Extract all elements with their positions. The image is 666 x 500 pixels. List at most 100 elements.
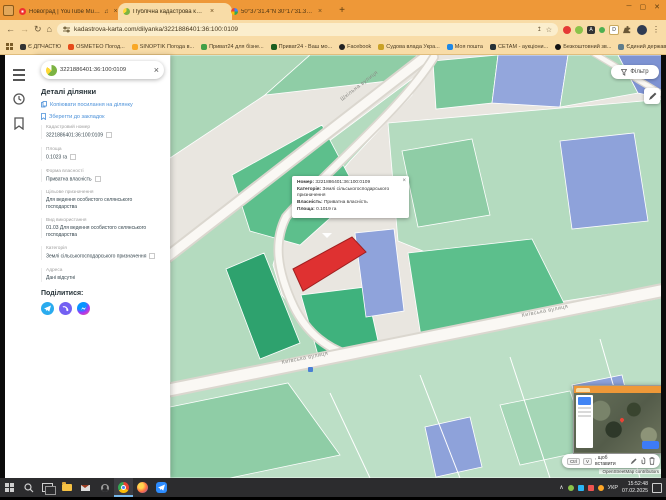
bookmark-item[interactable]: Єдиний державн... xyxy=(618,44,666,50)
tab-cadastral-map[interactable]: Публічна кадастрова карта У... × xyxy=(118,3,232,20)
window-restore-icon[interactable] xyxy=(3,5,14,16)
youtube-music-favicon xyxy=(19,8,26,15)
map-attribution[interactable]: OpenStreetMap contributors xyxy=(599,469,662,474)
profile-avatar[interactable] xyxy=(637,25,647,35)
bookmark-item[interactable]: Моя пошта xyxy=(447,44,483,50)
messenger-share-icon[interactable] xyxy=(77,302,90,315)
reload-button[interactable]: ↻ xyxy=(34,25,42,34)
maximize-button[interactable]: ▢ xyxy=(640,3,647,11)
save-bookmark-button[interactable]: Зберегти до закладок xyxy=(41,113,164,120)
chrome-taskbar-icon[interactable] xyxy=(114,478,133,497)
measure-draw-button[interactable] xyxy=(644,88,660,104)
url-text[interactable]: kadastrova-karta.com/dilyanka/3221886401… xyxy=(74,26,533,33)
filter-button[interactable]: Фільтр xyxy=(611,65,659,79)
copy-value-icon[interactable] xyxy=(106,132,112,138)
action-center-icon[interactable] xyxy=(652,483,662,493)
screen: Новоград | YouTube Musi... ♫ × Публічна … xyxy=(0,0,666,500)
bookmark-item[interactable]: Facebook xyxy=(339,44,371,50)
address-bar[interactable]: kadastrova-karta.com/dilyanka/3221886401… xyxy=(57,23,558,36)
parcel-info-popup: × Номер: 3221886401:36:100:0109 Категорі… xyxy=(292,176,409,218)
d-extension-icon[interactable]: D xyxy=(609,25,619,35)
new-tab-button[interactable]: + xyxy=(336,5,348,17)
clear-search-icon[interactable]: × xyxy=(154,65,159,75)
viber-share-icon[interactable] xyxy=(59,302,72,315)
field-purpose: Цільове призначення Для ведення особисто… xyxy=(41,190,164,210)
dot-extension-icon[interactable] xyxy=(599,27,605,33)
close-window-button[interactable]: ✕ xyxy=(654,3,660,11)
tray-green-icon[interactable] xyxy=(568,485,574,491)
copy-link-button[interactable]: Копіювати посилання на ділянку xyxy=(41,101,164,108)
forward-button[interactable]: → xyxy=(20,25,29,34)
mail-app-icon[interactable] xyxy=(76,478,95,497)
telegram-taskbar-icon[interactable] xyxy=(152,478,171,497)
share-icon[interactable]: ↥ xyxy=(537,26,542,33)
popup-row: Номер: 3221886401:36:100:0109 xyxy=(297,180,404,187)
tab-youtube-music[interactable]: Новоград | YouTube Musi... ♫ × xyxy=(14,3,124,20)
browser-tab-bar: Новоград | YouTube Musi... ♫ × Публічна … xyxy=(0,0,666,20)
pencil-tool-icon[interactable] xyxy=(630,458,637,465)
back-button[interactable]: ← xyxy=(6,25,15,34)
copy-value-icon[interactable] xyxy=(95,176,101,182)
window-controls: ─ ▢ ✕ xyxy=(627,3,660,11)
tray-orange-icon[interactable] xyxy=(598,485,604,491)
bookmark-item[interactable]: Приват24 - Ваш мо... xyxy=(271,44,333,50)
browser-menu-icon[interactable]: ⋮ xyxy=(652,25,660,34)
audio-playing-icon: ♫ xyxy=(104,9,109,15)
taskbar-search-icon[interactable] xyxy=(19,478,38,497)
file-explorer-icon[interactable] xyxy=(57,478,76,497)
tab-close-icon[interactable]: × xyxy=(318,8,322,15)
paperclip-icon[interactable] xyxy=(640,457,646,465)
bookmark-item[interactable]: Судова влада Укра... xyxy=(378,44,439,50)
bookmark-item[interactable]: Приват24 для бізне... xyxy=(201,44,264,50)
copy-value-icon[interactable] xyxy=(70,154,76,160)
field-address: Адреса Дані відсутні xyxy=(41,268,164,282)
menu-hamburger-icon[interactable] xyxy=(13,69,25,81)
bookmark-item[interactable]: Є ДПЧАСТЮ xyxy=(20,44,61,50)
adblock-extension-icon[interactable] xyxy=(563,26,571,34)
green-extension-icon[interactable] xyxy=(575,26,583,34)
popup-close-icon[interactable]: × xyxy=(402,177,406,185)
date-text: 07.02.2025 xyxy=(622,488,648,494)
language-indicator[interactable]: УКР xyxy=(608,485,618,491)
popup-row: Власність: Приватна власність xyxy=(297,200,404,207)
tray-shield-icon[interactable] xyxy=(578,485,584,491)
bookmark-item[interactable]: OSMETEO Погод... xyxy=(68,44,125,50)
satellite-imagery xyxy=(574,393,662,452)
home-button[interactable]: ⌂ xyxy=(47,25,52,34)
paste-hint-bar[interactable]: Ctrl V , щоб вставити xyxy=(562,454,660,468)
trash-icon[interactable] xyxy=(649,457,655,465)
popup-pointer xyxy=(322,233,332,243)
search-input[interactable]: 3221886401:36:100:0109 xyxy=(60,67,151,73)
satellite-preview-window[interactable] xyxy=(573,385,663,454)
funnel-icon xyxy=(621,69,627,76)
tab-close-icon[interactable]: × xyxy=(114,8,118,15)
ctrl-keycap: Ctrl xyxy=(567,458,580,465)
bookmark-item[interactable]: СЕТАМ - аукціони... xyxy=(490,44,548,50)
bus-stop-icon xyxy=(308,367,313,372)
site-info-icon[interactable] xyxy=(63,26,70,33)
apps-grid-icon[interactable] xyxy=(6,43,13,50)
firefox-taskbar-icon[interactable] xyxy=(133,478,152,497)
cadastral-map[interactable]: Шкільна вулиця Київська вулиця Київська … xyxy=(170,55,666,478)
v-keycap: V xyxy=(583,458,592,465)
taskbar-clock[interactable]: 15:52:48 07.02.2025 xyxy=(622,481,648,494)
tray-expand-chevron[interactable]: ∧ xyxy=(559,484,563,491)
tab-google-maps-coords[interactable]: 50°37'31.4"N 30°17'31.3"E - G... × xyxy=(226,3,340,20)
bookmark-item[interactable]: SINOPTIK Погода в... xyxy=(132,44,194,50)
tray-red-icon[interactable] xyxy=(588,485,594,491)
history-clock-icon[interactable] xyxy=(13,93,25,105)
extensions-puzzle-icon[interactable] xyxy=(623,25,632,34)
bookmark-star-icon[interactable]: ☆ xyxy=(546,26,552,34)
telegram-share-icon[interactable] xyxy=(41,302,54,315)
share-buttons xyxy=(41,302,164,315)
minimize-button[interactable]: ─ xyxy=(627,3,632,11)
copy-value-icon[interactable] xyxy=(149,253,155,259)
start-button[interactable] xyxy=(0,478,19,497)
a-extension-icon[interactable]: A xyxy=(587,26,595,34)
bookmark-ribbon-icon[interactable] xyxy=(14,117,24,130)
bookmark-item[interactable]: Безкоштовний зв... xyxy=(555,44,611,50)
task-view-icon[interactable] xyxy=(38,478,57,497)
people-app-icon[interactable] xyxy=(95,478,114,497)
search-box[interactable]: 3221886401:36:100:0109 × xyxy=(41,61,164,79)
tab-close-icon[interactable]: × xyxy=(210,8,214,15)
